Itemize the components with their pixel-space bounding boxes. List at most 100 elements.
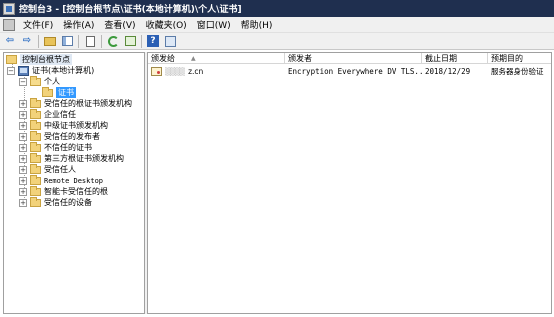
menu-help[interactable]: 帮助(H) (236, 18, 278, 31)
forward-icon[interactable]: ⇨ (20, 34, 34, 48)
refresh-icon (107, 35, 119, 47)
export-list-icon (124, 36, 136, 46)
menu-favorites[interactable]: 收藏夹(O) (141, 18, 192, 31)
window-title: 控制台3 - [控制台根节点\证书(本地计算机)\个人\证书] (19, 5, 242, 15)
menu-file[interactable]: 文件(F) (18, 18, 58, 31)
folder-icon (30, 163, 41, 174)
masked-hostname: ▒▒▒▒ (165, 67, 185, 76)
back-icon[interactable]: ⇦ (3, 34, 17, 48)
folder-icon (30, 97, 41, 108)
expand-toggle[interactable]: + (19, 187, 27, 196)
tree-item-untrusted[interactable]: + 不信任的证书 (19, 141, 92, 153)
tree-label: 第三方根证书颁发机构 (44, 154, 124, 163)
tree-label-certificates-local: 证书(本地计算机) (32, 66, 95, 75)
tree-item-third-party-root[interactable]: + 第三方根证书颁发机构 (19, 152, 124, 164)
expand-toggle[interactable]: + (19, 132, 27, 141)
expand-toggle[interactable]: + (19, 110, 27, 119)
folder-icon (30, 108, 41, 119)
folder-open-icon (30, 75, 41, 86)
tree-label: 中级证书颁发机构 (44, 121, 108, 130)
expand-toggle[interactable]: + (19, 198, 27, 207)
help-button[interactable]: ? (146, 34, 160, 48)
folder-icon (30, 130, 41, 141)
console-tree-pane[interactable]: 控制台根节点 − 证书(本地计算机) − 个人 证书 + 受信任的根证书颁发机构… (3, 52, 145, 314)
column-label: 截止日期 (425, 53, 457, 63)
collapse-toggle[interactable]: − (19, 77, 27, 86)
intended-purpose-value: 服务器身份验证 (491, 67, 544, 76)
folder-icon (30, 141, 41, 152)
tree-item-trusted-people[interactable]: + 受信任人 (19, 163, 76, 175)
show-hide-tree-icon (61, 36, 73, 46)
column-header-intended-purposes[interactable]: 预期目的 (488, 53, 551, 64)
tree-label-certificates: 证书 (56, 87, 76, 98)
copy-icon (85, 35, 95, 47)
expand-toggle[interactable]: + (19, 154, 27, 163)
tree-label-personal: 个人 (44, 77, 60, 86)
certificate-icon (151, 67, 162, 76)
folder-icon (30, 196, 41, 207)
tree-item-root[interactable]: 控制台根节点 (6, 54, 72, 65)
tree-label: 智能卡受信任的根 (44, 187, 108, 196)
tree-item-personal[interactable]: − 个人 (19, 75, 60, 87)
mmc-app-icon[interactable] (3, 2, 15, 15)
menu-window[interactable]: 窗口(W) (192, 18, 236, 31)
issued-by-value: Encryption Everywhere DV TLS... (288, 67, 422, 76)
tree-label-root: 控制台根节点 (20, 54, 72, 65)
folder-icon (42, 86, 53, 97)
up-folder-icon (44, 36, 56, 46)
toolbar: ⇦ ⇨ ? (0, 33, 554, 50)
tree-item-intermediate-ca[interactable]: + 中级证书颁发机构 (19, 119, 108, 131)
certificate-list-pane[interactable]: 颁发给 ▲ 颁发者 截止日期 预期目的 ▒▒▒▒ z.cn Encryption… (147, 52, 552, 314)
properties-icon (164, 35, 176, 47)
toolbar-separator (101, 34, 102, 48)
menu-action[interactable]: 操作(A) (58, 18, 99, 31)
tree-item-smartcard-root[interactable]: + 智能卡受信任的根 (19, 185, 108, 197)
tree-item-remote-desktop[interactable]: + Remote Desktop (19, 174, 104, 186)
console-root-icon (6, 55, 17, 64)
tree-label: Remote Desktop (44, 176, 104, 185)
refresh-button[interactable] (106, 34, 120, 48)
expand-toggle[interactable]: + (19, 99, 27, 108)
expand-toggle[interactable]: + (19, 143, 27, 152)
folder-icon (30, 185, 41, 196)
tree-item-certificates-local[interactable]: − 证书(本地计算机) (7, 65, 94, 76)
menu-view[interactable]: 查看(V) (99, 18, 140, 31)
title-bar: 控制台3 - [控制台根节点\证书(本地计算机)\个人\证书] (0, 0, 554, 17)
properties-button[interactable] (163, 34, 177, 48)
column-label: 颁发者 (288, 53, 312, 63)
column-header-issued-to[interactable]: 颁发给 ▲ (148, 53, 285, 64)
issued-to-value: z.cn (188, 67, 204, 76)
folder-icon (30, 119, 41, 130)
child-window-icon[interactable] (3, 18, 15, 31)
show-hide-tree-button[interactable] (60, 34, 74, 48)
tree-label: 受信任的设备 (44, 198, 92, 207)
expand-toggle[interactable]: + (19, 176, 27, 185)
expiration-value: 2018/12/29 (425, 67, 471, 76)
tree-item-trusted-publishers[interactable]: + 受信任的发布者 (19, 130, 100, 142)
expand-toggle[interactable]: + (19, 121, 27, 130)
column-header-expiration[interactable]: 截止日期 (422, 53, 488, 64)
tree-item-trusted-root[interactable]: + 受信任的根证书颁发机构 (19, 97, 132, 109)
export-list-button[interactable] (123, 34, 137, 48)
tree-item-trusted-devices[interactable]: + 受信任的设备 (19, 196, 92, 208)
toolbar-separator (141, 34, 142, 48)
sort-ascending-icon: ▲ (191, 54, 196, 62)
table-row-issued-to[interactable]: ▒▒▒▒ z.cn (151, 66, 285, 77)
tree-item-certificates[interactable]: 证书 (42, 86, 76, 98)
expand-toggle[interactable]: + (19, 165, 27, 174)
tree-label: 不信任的证书 (44, 143, 92, 152)
toolbar-separator (78, 34, 79, 48)
column-header-issued-by[interactable]: 颁发者 (285, 53, 422, 64)
collapse-toggle[interactable]: − (7, 66, 15, 75)
up-folder-button[interactable] (43, 34, 57, 48)
column-label: 预期目的 (491, 53, 523, 63)
tree-label: 企业信任 (44, 110, 76, 119)
menu-bar: 文件(F) 操作(A) 查看(V) 收藏夹(O) 窗口(W) 帮助(H) (0, 17, 554, 33)
column-label: 颁发给 (151, 53, 175, 63)
computer-cert-icon (18, 65, 29, 76)
help-icon: ? (147, 35, 159, 47)
copy-button[interactable] (83, 34, 97, 48)
tree-item-enterprise-trust[interactable]: + 企业信任 (19, 108, 76, 120)
folder-icon (30, 152, 41, 163)
folder-icon (30, 174, 41, 185)
